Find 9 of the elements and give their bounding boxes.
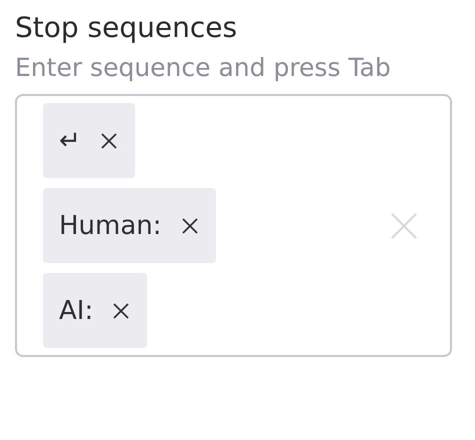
remove-icon[interactable]: [180, 216, 200, 236]
tag-text: Human:: [59, 210, 162, 240]
tag-text: ↵: [59, 126, 81, 156]
field-hint: Enter sequence and press Tab: [15, 52, 392, 84]
tag-text: AI:: [59, 296, 94, 326]
remove-icon[interactable]: [111, 300, 132, 320]
stop-sequence-field[interactable]: ↵ Human: AI:: [15, 94, 452, 357]
field-label: Stop sequences: [15, 10, 238, 46]
remove-icon[interactable]: [98, 130, 119, 150]
